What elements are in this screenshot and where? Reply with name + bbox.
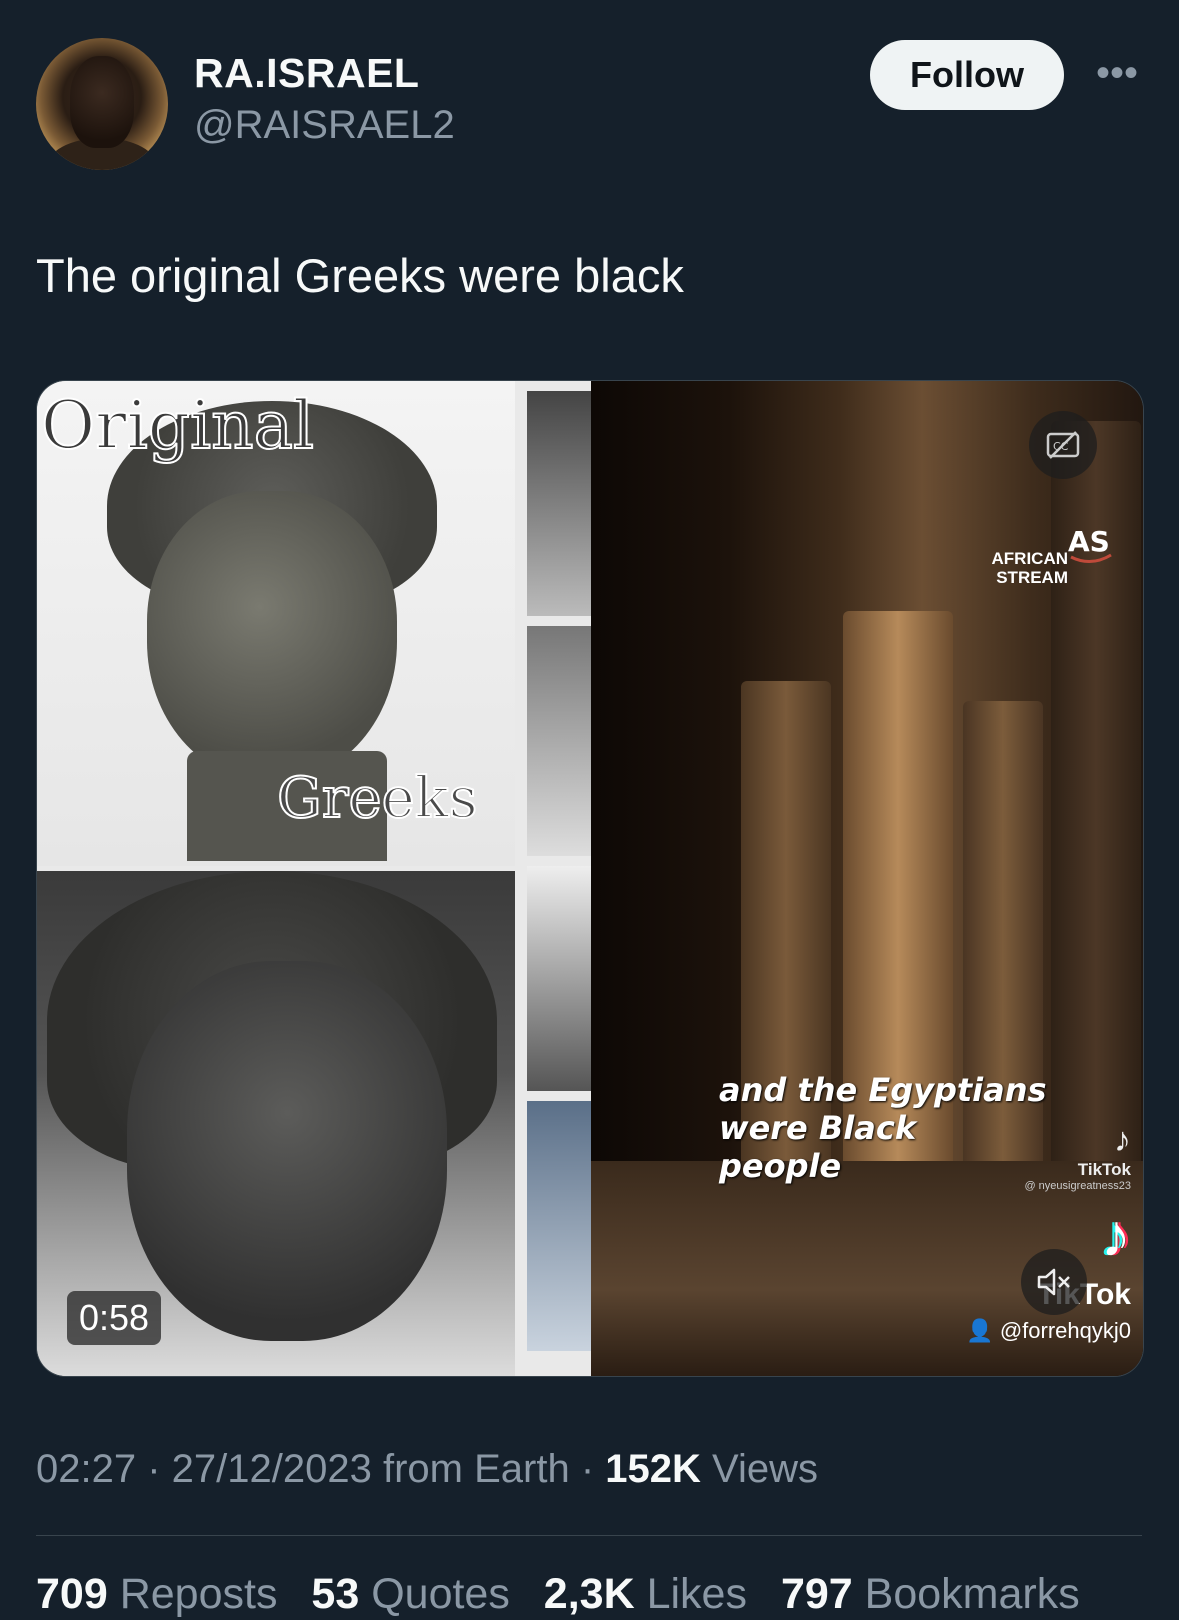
captions-off-icon[interactable]: CC — [1029, 411, 1097, 479]
tiktok-watermark-small: ♪ TikTok @ nyeusigreatness23 — [971, 1121, 1131, 1192]
bookmarks-stat[interactable]: 797 Bookmarks — [781, 1570, 1080, 1618]
side-strip — [527, 626, 591, 856]
bust-face — [147, 491, 397, 781]
video-left-pane: Original Greeks — [37, 381, 591, 1376]
tweet-text: The original Greeks were black — [36, 249, 684, 302]
tweet-time[interactable]: 02:27 — [36, 1447, 136, 1491]
user-handle[interactable]: @RAISRAEL2 — [194, 103, 455, 148]
tweet-date[interactable]: 27/12/2023 — [172, 1447, 372, 1491]
engagement-stats: 709 Reposts 53 Quotes 2,3K Likes 797 Boo… — [36, 1570, 1102, 1619]
side-strip — [527, 1101, 591, 1351]
more-horizontal-icon[interactable]: ••• — [1094, 53, 1140, 93]
quotes-stat[interactable]: 53 Quotes — [311, 1570, 509, 1618]
video-right-pane: CC AS AFRICAN STREAM and the Egyptians w… — [591, 381, 1143, 1376]
overlay-text-greeks: Greeks — [276, 765, 478, 832]
bust-face — [127, 961, 447, 1341]
avatar[interactable] — [36, 38, 168, 170]
tweet-source: from Earth — [383, 1447, 570, 1491]
side-strip — [527, 391, 591, 616]
user-icon: 👤 — [966, 1318, 994, 1343]
display-name[interactable]: RA.ISRAEL — [194, 50, 419, 97]
african-stream-logo: AS AFRICAN STREAM — [976, 521, 1116, 601]
overlay-text-original: Original — [40, 386, 315, 465]
views-label: Views — [712, 1447, 819, 1491]
tiktok-icon: ♪ — [1114, 1121, 1131, 1159]
reposts-stat[interactable]: 709 Reposts — [36, 1570, 277, 1618]
follow-button[interactable]: Follow — [870, 40, 1064, 110]
svg-text:AS: AS — [1068, 525, 1110, 558]
video-duration: 0:58 — [67, 1291, 162, 1345]
side-strip — [527, 866, 591, 1091]
video-player[interactable]: Original Greeks CC AS AFRICAN STREAM — [36, 380, 1144, 1377]
tweet-meta: 02:27 · 27/12/2023 from Earth · 152K Vie… — [36, 1447, 819, 1491]
speaker-muted-icon[interactable] — [1021, 1249, 1087, 1315]
divider — [36, 1535, 1142, 1536]
watermark-text: AFRICAN STREAM — [991, 549, 1069, 587]
views-count: 152K — [605, 1447, 701, 1491]
avatar-face — [70, 56, 134, 148]
likes-stat[interactable]: 2,3K Likes — [544, 1570, 747, 1618]
